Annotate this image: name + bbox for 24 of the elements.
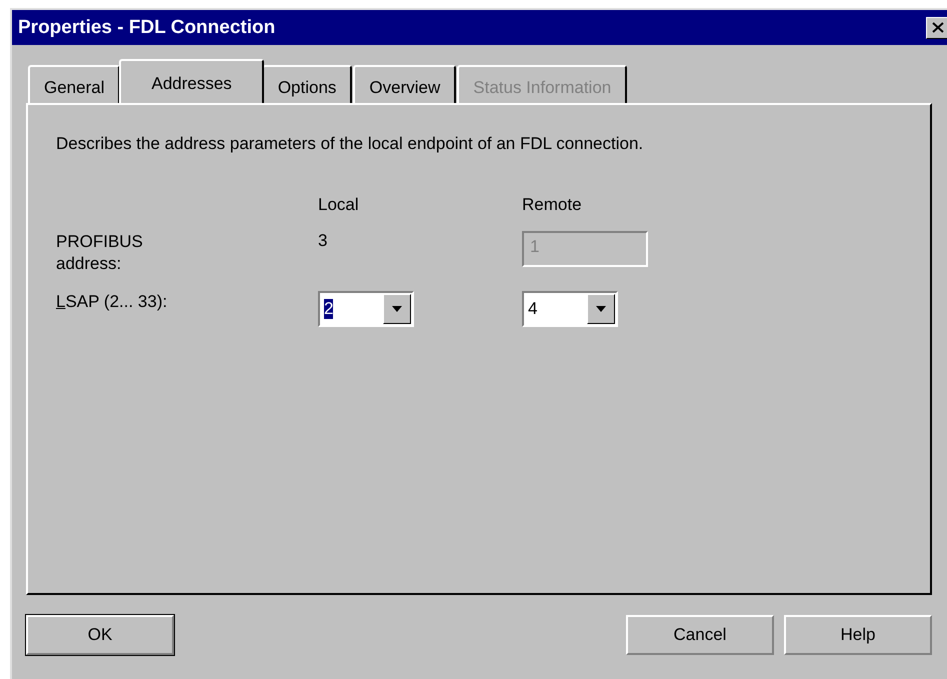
close-button[interactable] [926, 16, 947, 38]
tab[interactable]: Addresses [119, 59, 264, 103]
tab[interactable]: Options [262, 65, 352, 103]
dropdown-arrow-button[interactable] [383, 294, 411, 324]
dropdown-value: 4 [528, 299, 538, 319]
caret-icon [596, 306, 606, 312]
field-label: PROFIBUS address: [56, 231, 144, 275]
dropdown[interactable]: 4 [522, 291, 618, 327]
column-header: Local [318, 195, 360, 215]
tab[interactable]: General [28, 65, 120, 103]
description-text: Describes the address parameters of the local endpoint of an FDL connection. [56, 133, 644, 155]
field-label: LSAP (2... 33): [56, 291, 168, 313]
caret-icon [392, 306, 402, 312]
column-header: Remote [522, 195, 583, 215]
window-title: Properties - FDL Connection [18, 16, 276, 38]
dialog-button[interactable]: OK [26, 615, 174, 655]
close-icon [932, 22, 944, 33]
dropdown-arrow-button[interactable] [587, 294, 615, 324]
dropdown[interactable]: 2 [318, 291, 414, 327]
dialog-button[interactable]: Help [784, 615, 932, 655]
dialog-button[interactable]: Cancel [626, 615, 774, 655]
value-text: 3 [318, 231, 328, 251]
dropdown-value: 2 [324, 299, 334, 319]
tab[interactable]: Overview [353, 65, 456, 103]
